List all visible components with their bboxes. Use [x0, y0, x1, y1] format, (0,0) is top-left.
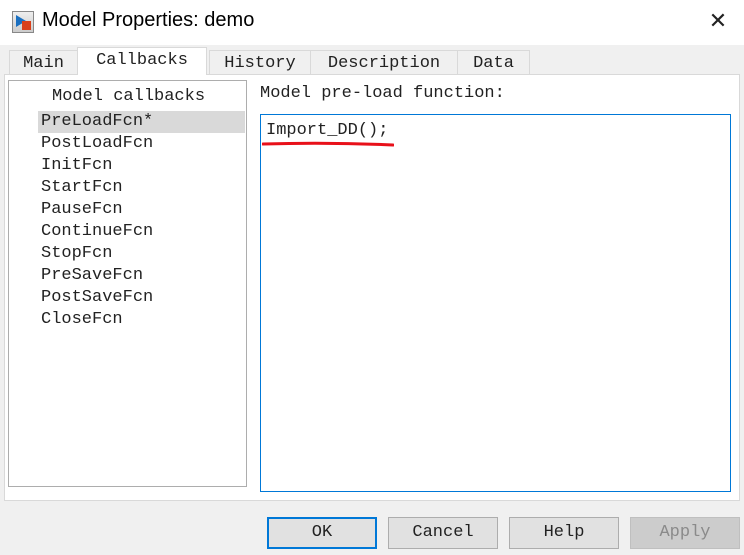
- function-label: Model pre-load function:: [260, 84, 505, 103]
- red-underline-annotation: [262, 141, 394, 147]
- list-item[interactable]: PreLoadFcn*: [38, 111, 245, 133]
- code-text: Import_DD();: [266, 121, 389, 140]
- list-item[interactable]: InitFcn: [38, 155, 245, 177]
- window-title: Model Properties: demo: [42, 9, 255, 31]
- apply-button[interactable]: Apply: [630, 517, 740, 549]
- simulink-model-icon: [12, 11, 34, 33]
- list-item[interactable]: CloseFcn: [38, 309, 245, 331]
- list-item[interactable]: StartFcn: [38, 177, 245, 199]
- tab-history[interactable]: History: [209, 50, 311, 75]
- ok-button[interactable]: OK: [267, 517, 377, 549]
- tab-description[interactable]: Description: [310, 50, 458, 75]
- list-item[interactable]: ContinueFcn: [38, 221, 245, 243]
- tab-main[interactable]: Main: [9, 50, 78, 75]
- callback-code-editor[interactable]: [260, 114, 731, 492]
- list-item[interactable]: PostSaveFcn: [38, 287, 245, 309]
- close-icon[interactable]: ✕: [700, 6, 736, 38]
- tab-callbacks[interactable]: Callbacks: [77, 47, 207, 75]
- list-item[interactable]: PostLoadFcn: [38, 133, 245, 155]
- list-item[interactable]: PreSaveFcn: [38, 265, 245, 287]
- callbacks-list-header: Model callbacks: [52, 87, 206, 106]
- list-item[interactable]: PauseFcn: [38, 199, 245, 221]
- tab-data[interactable]: Data: [457, 50, 530, 75]
- list-item[interactable]: StopFcn: [38, 243, 245, 265]
- cancel-button[interactable]: Cancel: [388, 517, 498, 549]
- help-button[interactable]: Help: [509, 517, 619, 549]
